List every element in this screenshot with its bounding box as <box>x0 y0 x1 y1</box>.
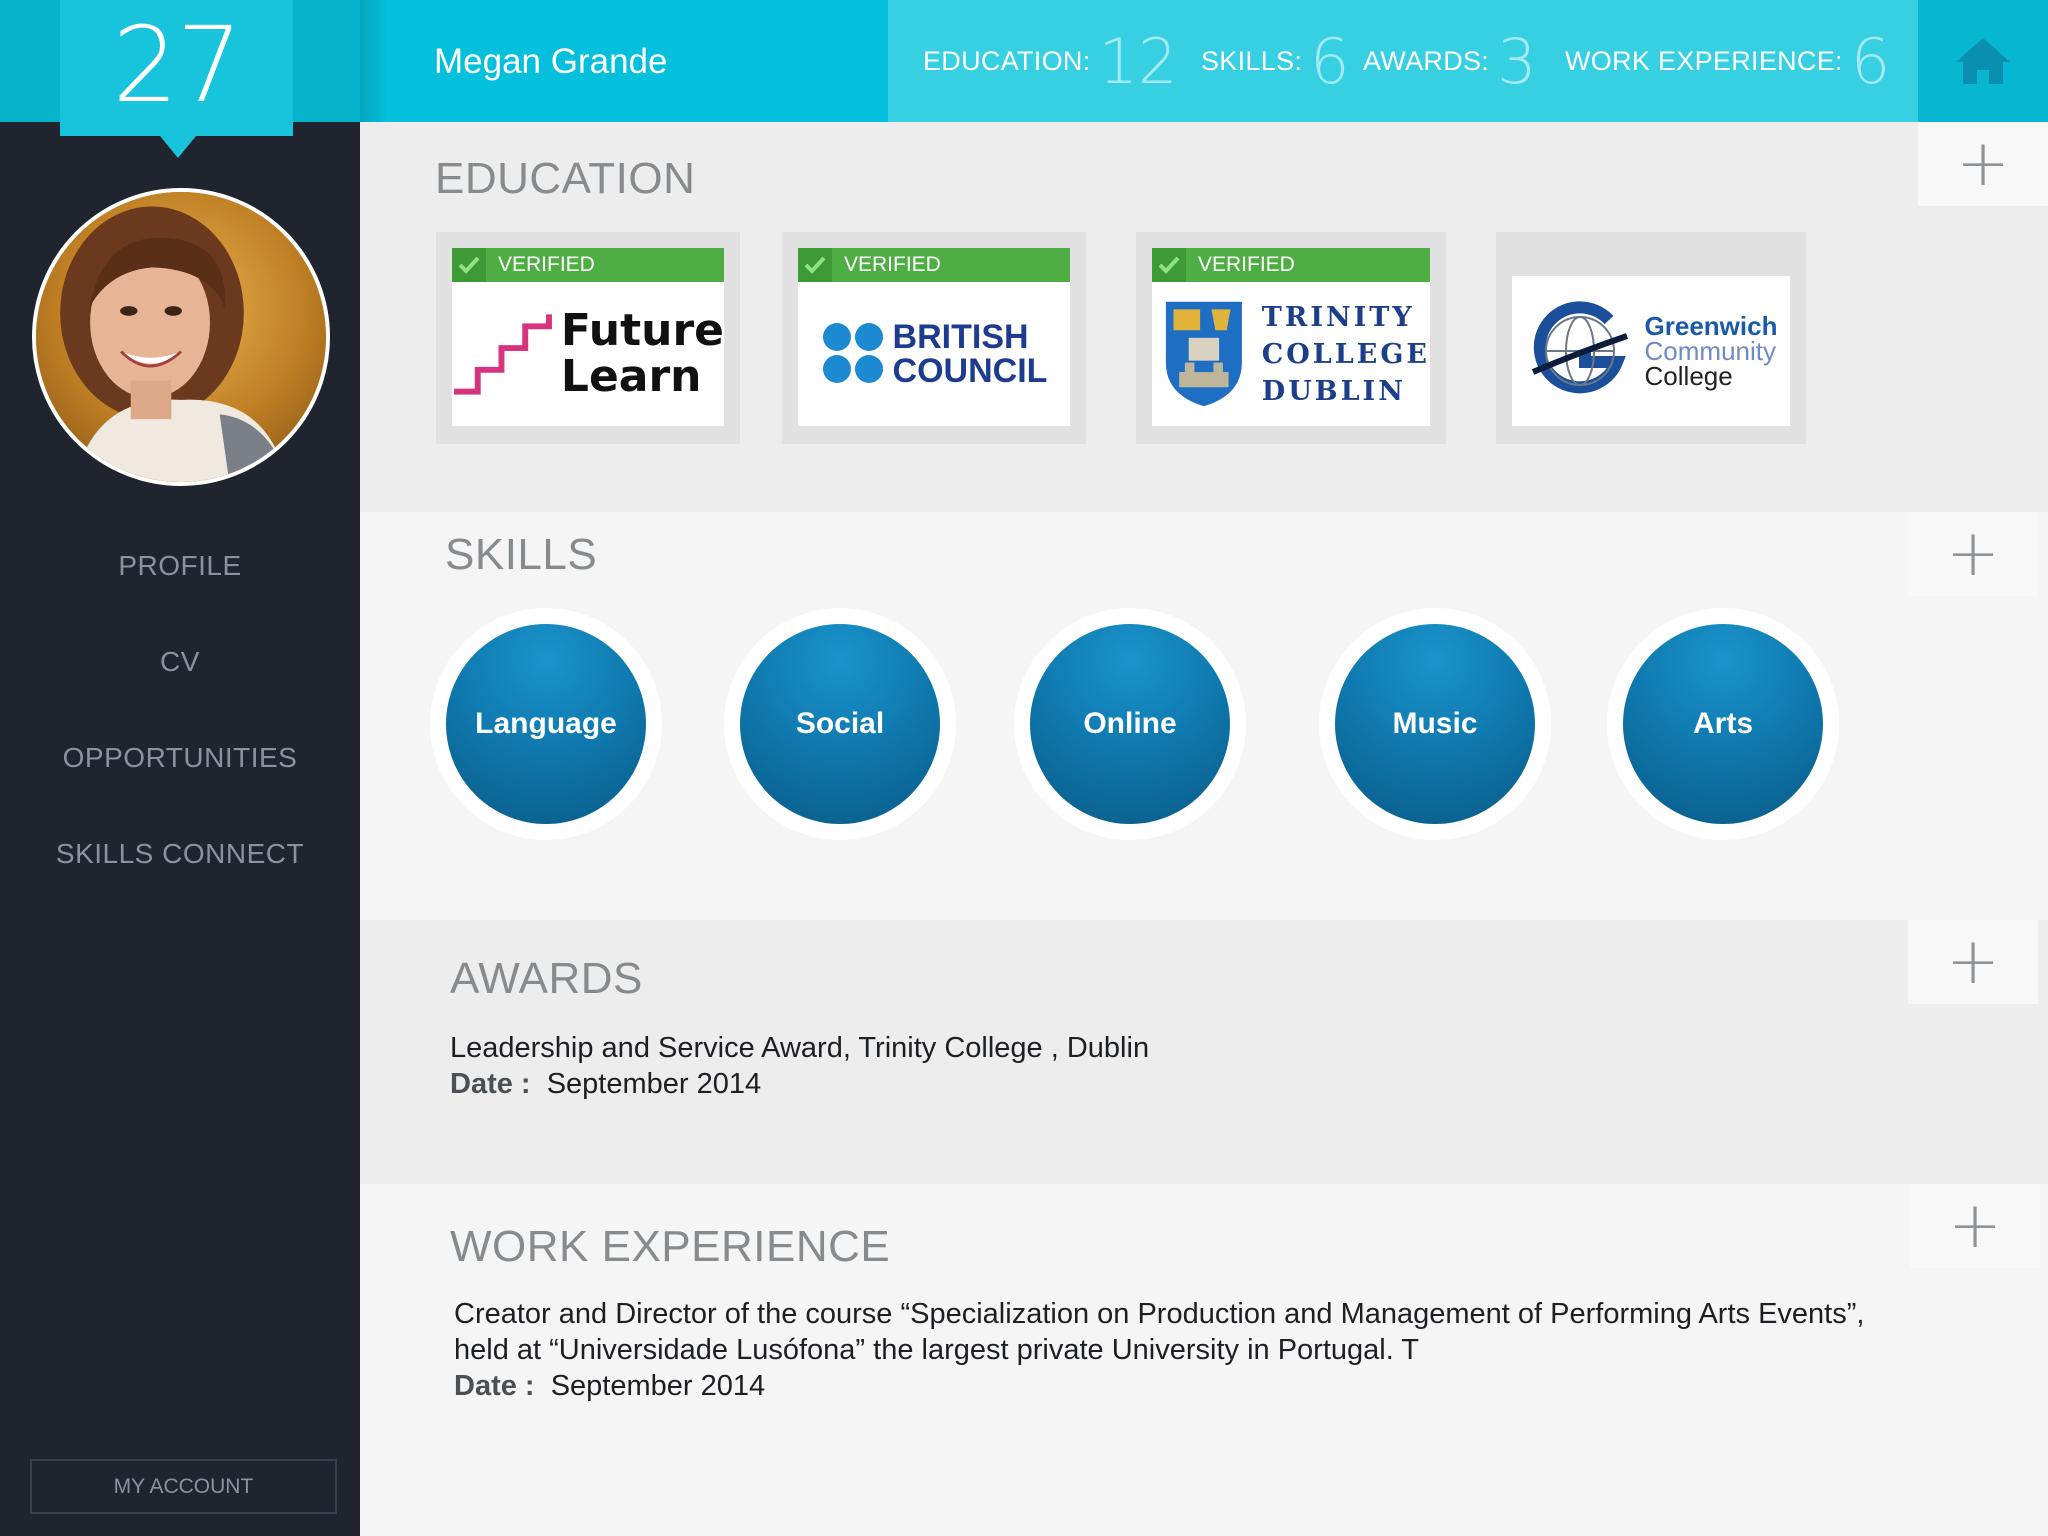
education-card-body: VERIFIED BRITISH COUNCIL <box>798 248 1070 426</box>
award-date: Date : September 2014 <box>450 1066 1149 1102</box>
add-education-button[interactable]: + <box>1918 122 2048 206</box>
stat-count: 3 <box>1497 24 1537 98</box>
stat-skills[interactable]: SKILLS: 6 <box>1201 0 1350 122</box>
profile-count-badge: 27 <box>60 0 293 136</box>
british-council-dots-icon <box>822 323 883 383</box>
trinity-logo: TRINITY COLLEGE DUBLIN <box>1152 282 1430 426</box>
my-account-button[interactable]: MY ACCOUNT <box>30 1459 337 1514</box>
education-title: EDUCATION <box>435 154 696 203</box>
work-experience-entry[interactable]: Creator and Director of the course “Spec… <box>454 1296 1864 1404</box>
skills-title: SKILLS <box>445 530 598 579</box>
logo-text: BRITISH <box>892 318 1029 356</box>
greenwich-logo: Greenwich Community College <box>1512 276 1790 426</box>
work-description-line: Creator and Director of the course “Spec… <box>454 1298 1865 1330</box>
stat-label: AWARDS: <box>1363 45 1490 76</box>
nav-item-cv[interactable]: CV <box>0 626 360 722</box>
home-icon <box>1956 38 2010 84</box>
stat-count: 12 <box>1098 24 1178 98</box>
add-skill-button[interactable]: + <box>1908 512 2038 596</box>
award-description: Leadership and Service Award, Trinity Co… <box>450 1032 1150 1064</box>
logo-text: Community <box>1644 335 1777 366</box>
skill-bubble-social[interactable]: Social <box>724 608 956 840</box>
date-value: September 2014 <box>546 1068 762 1100</box>
date-label: Date : <box>454 1370 535 1402</box>
check-icon <box>452 248 486 282</box>
profile-photo <box>36 192 326 482</box>
work-experience-section: WORK EXPERIENCE + Creator and Director o… <box>360 1184 2048 1536</box>
futurelearn-stairs-icon <box>453 314 552 395</box>
work-experience-title: WORK EXPERIENCE <box>450 1222 891 1271</box>
badge-pointer <box>160 136 196 158</box>
greenwich-globe-icon <box>1531 301 1628 394</box>
logo-text: Learn <box>560 351 702 402</box>
verified-badge: VERIFIED <box>452 248 724 282</box>
verified-label: VERIFIED <box>844 253 941 276</box>
work-description-line: held at “Universidade Lusófona” the larg… <box>454 1334 1420 1366</box>
stat-work-experience[interactable]: WORK EXPERIENCE: 6 <box>1565 0 1890 122</box>
stat-label: SKILLS: <box>1201 45 1303 76</box>
logo-text: Future <box>560 305 724 356</box>
skills-section: SKILLS + Language Social Online Music Ar… <box>360 512 2048 920</box>
stats-bar: EDUCATION: 12 SKILLS: 6 AWARDS: 3 WORK E… <box>888 0 1918 122</box>
add-work-experience-button[interactable]: + <box>1910 1184 2040 1268</box>
futurelearn-logo: Future Learn <box>452 282 724 426</box>
skill-bubble-music[interactable]: Music <box>1319 608 1551 840</box>
skill-bubble-online[interactable]: Online <box>1014 608 1246 840</box>
verified-badge: VERIFIED <box>1152 248 1430 282</box>
check-icon <box>1152 248 1186 282</box>
stat-awards[interactable]: AWARDS: 3 <box>1363 0 1537 122</box>
trinity-crest-icon <box>1165 301 1242 407</box>
logo-text: DUBLIN <box>1261 375 1406 407</box>
education-card-greenwich[interactable]: Greenwich Community College <box>1496 232 1806 444</box>
education-card-trinity[interactable]: VERIFIED TRINITY COLLEGE DUBLIN <box>1136 232 1446 444</box>
date-value: September 2014 <box>550 1370 766 1402</box>
logo-text: COLLEGE <box>1261 338 1430 370</box>
skill-bubble-arts[interactable]: Arts <box>1607 608 1839 840</box>
skill-label: Music <box>1335 624 1535 824</box>
nav-item-opportunities[interactable]: OPPORTUNITIES <box>0 722 360 818</box>
skill-label: Language <box>446 624 646 824</box>
check-icon <box>798 248 832 282</box>
education-card-body: VERIFIED TRINITY COLLEGE DUBLIN <box>1152 248 1430 426</box>
skill-label: Arts <box>1623 624 1823 824</box>
home-button[interactable] <box>1918 0 2048 122</box>
nav-item-profile[interactable]: PROFILE <box>0 530 360 626</box>
education-card-body: Greenwich Community College <box>1512 276 1790 426</box>
sidebar-nav: PROFILE CV OPPORTUNITIES SKILLS CONNECT <box>0 530 360 914</box>
stat-label: EDUCATION: <box>923 45 1091 76</box>
skill-label: Social <box>740 624 940 824</box>
avatar[interactable] <box>32 188 330 486</box>
stat-label: WORK EXPERIENCE: <box>1565 45 1843 76</box>
award-entry[interactable]: Leadership and Service Award, Trinity Co… <box>450 1030 1149 1102</box>
awards-title: AWARDS <box>450 954 643 1003</box>
stat-count: 6 <box>1850 24 1891 98</box>
add-award-button[interactable]: + <box>1908 920 2038 1004</box>
sidebar: 27 PROFILE CV OPPORTUNITIES SKILLS CONNE… <box>0 0 360 1536</box>
education-card-body: VERIFIED Future Learn <box>452 248 724 426</box>
awards-section: AWARDS + Leadership and Service Award, T… <box>360 920 2048 1184</box>
work-date: Date : September 2014 <box>454 1368 1864 1404</box>
verified-badge: VERIFIED <box>798 248 1070 282</box>
verified-label: VERIFIED <box>498 253 595 276</box>
logo-text: Greenwich <box>1644 310 1778 341</box>
logo-text: TRINITY <box>1261 301 1415 333</box>
header-shadow <box>360 0 388 122</box>
stat-education[interactable]: EDUCATION: 12 <box>923 0 1177 122</box>
logo-text: College <box>1644 360 1733 391</box>
logo-text: COUNCIL <box>892 352 1048 390</box>
british-council-logo: BRITISH COUNCIL <box>798 282 1070 426</box>
nav-item-skills-connect[interactable]: SKILLS CONNECT <box>0 818 360 914</box>
education-card-futurelearn[interactable]: VERIFIED Future Learn <box>436 232 740 444</box>
education-section: EDUCATION + VERIFIED Future Learn VERIFI… <box>360 122 2048 512</box>
verified-label: VERIFIED <box>1198 253 1295 276</box>
stat-count: 6 <box>1310 24 1350 98</box>
user-name: Megan Grande <box>434 42 668 81</box>
date-label: Date : <box>450 1068 531 1100</box>
skill-bubble-language[interactable]: Language <box>430 608 662 840</box>
skill-label: Online <box>1030 624 1230 824</box>
education-card-british-council[interactable]: VERIFIED BRITISH COUNCIL <box>782 232 1086 444</box>
